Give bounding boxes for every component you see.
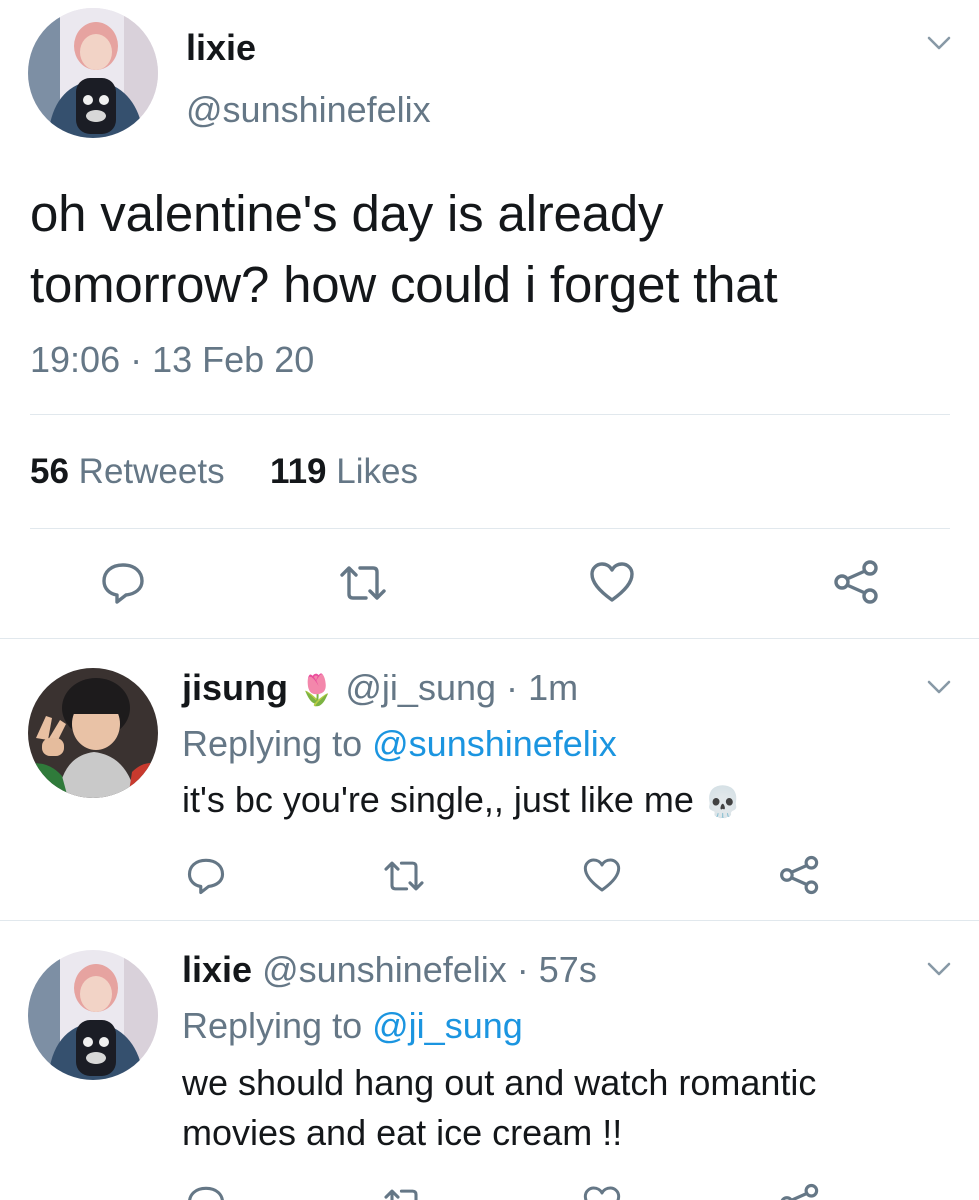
retweet-button[interactable] xyxy=(382,1186,426,1200)
heart-icon xyxy=(583,858,621,892)
tweet-text-line: tomorrow? how could i forget that xyxy=(30,256,778,313)
likes-count: 119 xyxy=(270,452,327,491)
divider xyxy=(30,414,950,415)
tweet-text: oh valentine's day is already tomorrow? … xyxy=(30,178,778,320)
share-button[interactable] xyxy=(778,854,822,896)
text-emoji: 💀 xyxy=(703,786,742,819)
tweet-timestamp[interactable]: 19:06 · 13 Feb 20 xyxy=(30,338,314,382)
heart-icon xyxy=(583,1186,621,1200)
retweet-button[interactable] xyxy=(382,858,426,894)
avatar[interactable] xyxy=(28,8,158,138)
share-icon xyxy=(780,1183,819,1200)
replying-to: Replying to @ji_sung xyxy=(182,1004,523,1048)
retweet-button[interactable] xyxy=(338,562,388,604)
replying-handle-link[interactable]: @ji_sung xyxy=(372,1005,523,1046)
reply-time[interactable]: 1m xyxy=(528,667,578,708)
likes-stat[interactable]: 119 Likes xyxy=(270,452,418,491)
avatar[interactable] xyxy=(28,668,158,798)
share-icon xyxy=(780,855,819,895)
reply-button[interactable] xyxy=(186,856,226,896)
retweets-count: 56 xyxy=(30,452,69,491)
divider xyxy=(30,528,950,529)
reply-text-line: we should hang out and watch romantic xyxy=(182,1062,817,1103)
avatar-image xyxy=(28,668,158,798)
chevron-down-icon[interactable] xyxy=(926,678,952,701)
author-name[interactable]: lixie xyxy=(182,949,252,990)
share-button[interactable] xyxy=(778,1182,822,1200)
like-button[interactable] xyxy=(582,1184,622,1200)
author-handle[interactable]: @ji_sung xyxy=(345,667,496,708)
like-button[interactable] xyxy=(588,560,636,604)
chevron-down-icon[interactable] xyxy=(926,960,952,983)
tweet-date: 13 Feb 20 xyxy=(152,339,315,380)
replying-prefix: Replying to xyxy=(182,1005,363,1046)
reply-text: we should hang out and watch romantic mo… xyxy=(182,1058,816,1158)
retweets-label: Retweets xyxy=(78,452,225,491)
reply-text-line: movies and eat ice cream !! xyxy=(182,1112,623,1153)
author-handle[interactable]: @sunshinefelix xyxy=(186,88,431,132)
tweet-time: 19:06 xyxy=(30,339,121,380)
tweet-text-line: oh valentine's day is already xyxy=(30,185,664,242)
retweet-icon xyxy=(384,861,424,891)
replying-prefix: Replying to xyxy=(182,723,363,764)
share-icon xyxy=(834,560,878,604)
reply-button[interactable] xyxy=(100,560,146,606)
reply-header: lixie @sunshinefelix · 57s xyxy=(182,948,597,992)
share-button[interactable] xyxy=(832,558,882,606)
tweet-stats: 56 Retweets 119 Likes xyxy=(30,450,418,494)
reply-button[interactable] xyxy=(186,1184,226,1200)
heart-icon xyxy=(590,562,634,602)
retweets-stat[interactable]: 56 Retweets xyxy=(30,452,234,491)
replying-to: Replying to @sunshinefelix xyxy=(182,722,617,766)
chevron-down-icon[interactable] xyxy=(926,34,952,57)
reply-text: it's bc you're single,, just like me 💀 xyxy=(182,778,741,825)
reply-time[interactable]: 57s xyxy=(539,949,597,990)
author-handle[interactable]: @sunshinefelix xyxy=(262,949,507,990)
separator: · xyxy=(516,949,529,990)
likes-label: Likes xyxy=(336,452,418,491)
reply-header: jisung 🌷 @ji_sung · 1m xyxy=(182,666,578,713)
speech-bubble-icon xyxy=(188,1186,224,1200)
divider xyxy=(0,920,979,921)
author-name[interactable]: lixie xyxy=(186,26,256,70)
divider xyxy=(0,638,979,639)
avatar-image xyxy=(28,8,158,138)
author-name[interactable]: jisung xyxy=(182,667,288,708)
speech-bubble-icon xyxy=(187,858,225,895)
retweet-icon xyxy=(384,1189,418,1200)
separator: · xyxy=(130,339,143,380)
like-button[interactable] xyxy=(582,856,622,894)
reply-text-content: it's bc you're single,, just like me xyxy=(182,779,694,820)
name-emoji: 🌷 xyxy=(298,674,336,707)
separator: · xyxy=(506,667,519,708)
retweet-icon xyxy=(340,566,386,600)
speech-bubble-icon xyxy=(102,563,144,604)
avatar[interactable] xyxy=(28,950,158,1080)
replying-handle-link[interactable]: @sunshinefelix xyxy=(372,723,617,764)
avatar-image xyxy=(28,950,158,1080)
